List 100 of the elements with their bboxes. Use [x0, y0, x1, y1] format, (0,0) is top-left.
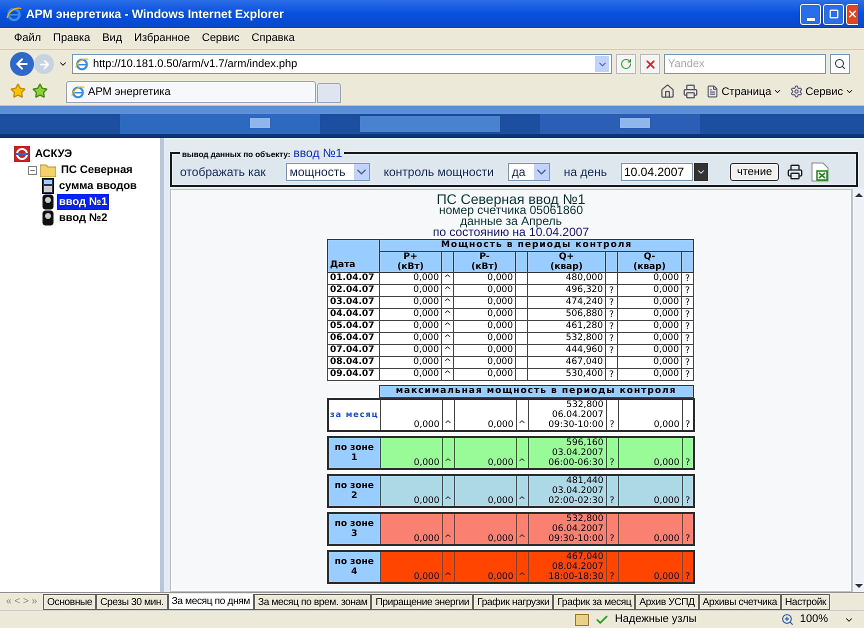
- search-button[interactable]: [830, 54, 850, 74]
- printer-icon[interactable]: [787, 164, 804, 180]
- sheet-tab[interactable]: График за месяц: [553, 594, 636, 610]
- table-cell: 0,000: [454, 344, 516, 356]
- spreadsheet-icon[interactable]: [811, 162, 830, 182]
- tree-item[interactable]: сумма вводов: [57, 178, 139, 194]
- search-field[interactable]: Yandex: [664, 54, 826, 74]
- add-favorite-icon[interactable]: [32, 83, 48, 99]
- tree-item[interactable]: ввод №1: [57, 194, 110, 210]
- security-zone: Надежные узлы: [614, 612, 698, 628]
- command-button[interactable]: Страница: [706, 84, 782, 100]
- table-cell: 0,000: [380, 368, 442, 380]
- date-cell: 04.04.07: [328, 308, 380, 320]
- flag-cell: ^: [442, 344, 454, 356]
- flag-cell: [516, 332, 528, 344]
- flag-cell: ^: [516, 551, 528, 583]
- sheet-tab[interactable]: За месяц по врем. зонам: [254, 594, 372, 610]
- stop-button[interactable]: [640, 54, 660, 74]
- table-cell: 0,000: [618, 356, 682, 368]
- header-cell: Q+ (квар): [528, 252, 606, 272]
- flag-cell: [606, 356, 618, 368]
- flag-cell: ?: [606, 332, 618, 344]
- table-cell: 0,000: [380, 356, 442, 368]
- sheet-tab[interactable]: Основные: [43, 594, 96, 610]
- table-cell: 0,000: [380, 344, 442, 356]
- page-icon: [706, 85, 720, 98]
- maximize-icon: [828, 9, 838, 19]
- address-dropdown-button[interactable]: [595, 56, 609, 72]
- flag-cell: ?: [682, 332, 694, 344]
- date-cell: 05.04.07: [328, 320, 380, 332]
- table-cell: 596,160: [566, 438, 604, 448]
- menu-item[interactable]: Правка: [53, 30, 90, 47]
- flag-cell: ?: [606, 284, 618, 296]
- sheet-tab[interactable]: Приращение энергии: [371, 594, 474, 610]
- scrollbar[interactable]: [852, 189, 864, 592]
- date-cell: 07.04.07: [328, 344, 380, 356]
- favorites-star-icon[interactable]: [10, 83, 26, 99]
- table-cell: 06.04.2007: [552, 524, 604, 534]
- control-select[interactable]: да: [508, 163, 550, 181]
- display-select[interactable]: мощность: [286, 163, 370, 181]
- zone-number: 4: [350, 567, 358, 577]
- table-cell: 444,960: [528, 344, 606, 356]
- folder-icon: [40, 163, 56, 177]
- table-cell: 09:30-10:00: [548, 534, 604, 544]
- zoom-level[interactable]: 100%: [800, 611, 828, 628]
- table-cell: 532,800: [528, 332, 606, 344]
- table-cell: 0,000: [654, 572, 680, 582]
- sheet-tab[interactable]: Архив УСПД: [635, 594, 699, 610]
- menu-item[interactable]: Сервис: [202, 30, 240, 47]
- address-field[interactable]: http://10.181.0.50/arm/v1.7/arm/index.php: [72, 54, 612, 74]
- table-cell: 467,040: [566, 552, 604, 562]
- tree-item[interactable]: АСКУЭ: [33, 146, 74, 162]
- flag-cell: ?: [682, 284, 694, 296]
- tree-item[interactable]: ПС Северная: [59, 162, 135, 178]
- maximize-button[interactable]: [823, 4, 844, 24]
- flag-cell: ^: [442, 513, 454, 545]
- scroll-up-icon[interactable]: [854, 190, 864, 200]
- flag-cell: ^: [442, 399, 454, 431]
- tree-item[interactable]: ввод №2: [57, 210, 110, 226]
- date-dropdown-button[interactable]: [694, 163, 708, 181]
- check-icon: [594, 612, 609, 626]
- sheet-tab[interactable]: Срезы 30 мин.: [96, 594, 168, 610]
- menu-item[interactable]: Файл: [14, 30, 42, 47]
- page-icon: [71, 85, 85, 99]
- date-field[interactable]: 10.04.2007: [620, 163, 693, 181]
- flag-cell: ?: [606, 320, 618, 332]
- home-icon[interactable]: [660, 84, 676, 100]
- zoom-icon[interactable]: [780, 613, 794, 626]
- flag-cell: ^: [442, 272, 454, 284]
- report-title: ПС Северная ввод №1: [436, 194, 586, 205]
- close-button[interactable]: [846, 4, 858, 24]
- refresh-button[interactable]: [616, 54, 636, 74]
- flag-cell: ^: [442, 368, 454, 380]
- table-cell: 0,000: [414, 496, 440, 506]
- flag-cell: ^: [442, 332, 454, 344]
- printer-icon[interactable]: [683, 84, 698, 100]
- table-cell: 0,000: [654, 420, 680, 430]
- flag-cell: ^: [516, 475, 528, 507]
- command-button[interactable]: Сервис: [790, 84, 854, 100]
- table-cell: 0,000: [454, 368, 516, 380]
- read-button[interactable]: чтение: [730, 163, 780, 181]
- header-cell: максимальная мощность в периоды контроля: [379, 386, 694, 398]
- sheet-tab[interactable]: Настройк: [781, 594, 830, 610]
- header-cell: Мощность в периоды контроля: [380, 240, 694, 252]
- expander-icon[interactable]: [28, 166, 37, 174]
- sheet-tab[interactable]: График нагрузки: [473, 594, 554, 610]
- sheet-tab[interactable]: За месяц по дням: [168, 594, 254, 610]
- sheet-tab[interactable]: Архивы счетчика: [698, 594, 782, 610]
- menu-item[interactable]: Справка: [252, 30, 295, 47]
- menu-item[interactable]: Вид: [102, 30, 122, 47]
- table-cell: 18:00-18:30: [548, 572, 604, 582]
- flag-cell: ^: [516, 513, 528, 545]
- back-button[interactable]: [10, 52, 34, 76]
- browser-tab[interactable]: АРМ энергетика: [66, 81, 316, 103]
- flag-cell: ^: [516, 437, 528, 469]
- table-cell: 0,000: [380, 320, 442, 332]
- table-cell: 480,000: [528, 272, 606, 284]
- minimize-button[interactable]: [800, 4, 821, 24]
- table-cell: 0,000: [618, 368, 682, 380]
- menu-item[interactable]: Избранное: [134, 30, 190, 47]
